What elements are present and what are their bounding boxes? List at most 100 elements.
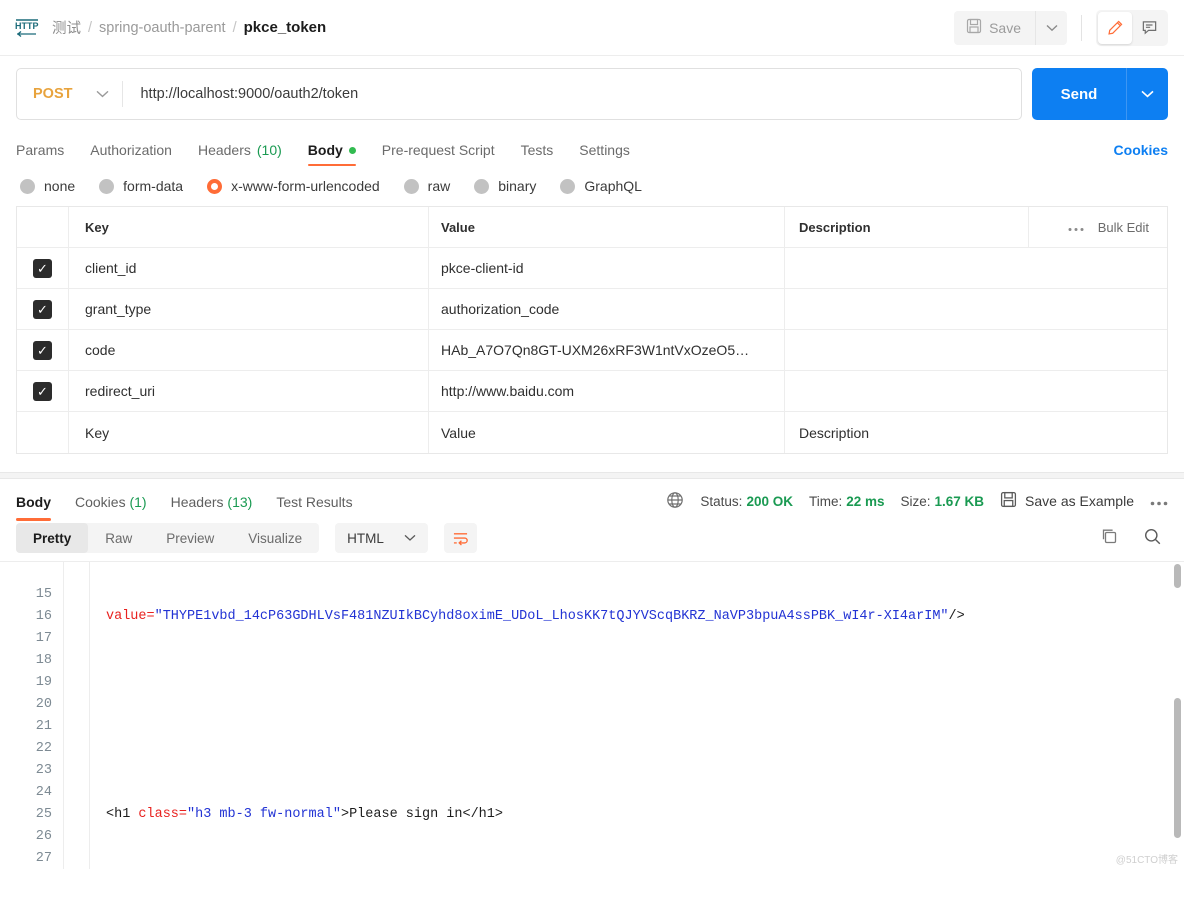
search-icon[interactable] <box>1143 527 1162 549</box>
tab-body[interactable]: Body <box>307 142 356 166</box>
table-row[interactable]: ✓ client_id pkce-client-id <box>17 248 1167 289</box>
row-value-cell[interactable]: pkce-client-id <box>429 248 785 288</box>
row-value-cell[interactable]: authorization_code <box>429 289 785 329</box>
code-scrollbar-top[interactable] <box>1174 564 1181 588</box>
chevron-down-icon <box>404 534 416 541</box>
radio-label: x-www-form-urlencoded <box>231 178 380 194</box>
tab-params[interactable]: Params <box>16 142 64 166</box>
tab-label: Body <box>307 142 343 158</box>
bulk-edit-link[interactable]: Bulk Edit <box>1098 220 1149 235</box>
table-row[interactable]: ✓ redirect_uri http://www.baidu.com <box>17 371 1167 412</box>
view-mode-raw[interactable]: Raw <box>88 523 149 553</box>
save-button[interactable]: Save <box>954 10 1035 45</box>
radio-raw[interactable]: raw <box>403 178 450 194</box>
tab-headers[interactable]: Headers (10) <box>198 142 282 166</box>
response-tab-cookies[interactable]: Cookies (1) <box>75 482 147 521</box>
tab-pre-request-script[interactable]: Pre-request Script <box>382 142 495 166</box>
row-value-cell[interactable]: Value <box>429 412 785 453</box>
tab-label: Headers <box>170 493 224 510</box>
tab-label: Test Results <box>276 493 353 510</box>
table-empty-row[interactable]: Key Value Description <box>17 412 1167 453</box>
response-tab-headers[interactable]: Headers (13) <box>171 482 253 521</box>
save-dropdown-button[interactable] <box>1035 10 1067 45</box>
comment-button[interactable] <box>1132 12 1166 44</box>
fold-gutter[interactable] <box>64 562 90 869</box>
row-key-cell[interactable]: redirect_uri <box>69 371 429 411</box>
checkbox-checked-icon[interactable]: ✓ <box>33 381 52 401</box>
url-box: POST http://localhost:9000/oauth2/token <box>16 68 1022 120</box>
wrap-lines-icon <box>453 532 468 546</box>
method-selector[interactable]: POST <box>17 69 122 119</box>
code-editor[interactable]: 15 16 17 18 19 20 21 22 23 24 25 26 27 2… <box>0 562 1184 869</box>
tab-tests[interactable]: Tests <box>521 142 554 166</box>
row-key-cell[interactable]: Key <box>69 412 429 453</box>
response-tab-test-results[interactable]: Test Results <box>276 482 352 521</box>
radio-graphql[interactable]: GraphQL <box>560 178 642 194</box>
panel-splitter[interactable] <box>0 472 1184 479</box>
row-checkbox-cell[interactable]: ✓ <box>17 248 69 288</box>
checkbox-checked-icon[interactable]: ✓ <box>33 258 52 278</box>
line-number: 27 <box>35 851 52 866</box>
cookies-link[interactable]: Cookies <box>1114 142 1168 166</box>
radio-label: binary <box>498 178 537 194</box>
code-content[interactable]: value="THYPE1vbd_14cP63GDHLVsF481NZUIkBC… <box>90 562 1184 869</box>
tab-settings[interactable]: Settings <box>579 142 630 166</box>
save-as-example-button[interactable]: Save as Example <box>1000 491 1134 511</box>
table-row[interactable]: ✓ code HAb_A7O7Qn8GT-UXM26xRF3W1ntVxOzeO… <box>17 330 1167 371</box>
breadcrumb-workspace[interactable]: 测试 <box>52 17 81 38</box>
radio-binary[interactable]: binary <box>474 178 536 194</box>
line-number: 19 <box>35 675 52 690</box>
row-value-cell[interactable]: HAb_A7O7Qn8GT-UXM26xRF3W1ntVxOzeO5… <box>429 330 785 370</box>
svg-text:HTTP: HTTP <box>15 21 39 31</box>
breadcrumb-collection[interactable]: spring-oauth-parent <box>99 20 226 36</box>
row-description-cell[interactable] <box>785 330 1167 370</box>
row-description-cell[interactable] <box>785 371 1167 411</box>
edit-button[interactable] <box>1098 11 1132 44</box>
send-button[interactable]: Send <box>1032 68 1126 120</box>
tab-count: (10) <box>256 142 282 158</box>
send-button-group: Send <box>1032 68 1168 120</box>
view-mode-pretty[interactable]: Pretty <box>16 523 89 553</box>
response-body-code[interactable]: 15 16 17 18 19 20 21 22 23 24 25 26 27 2… <box>0 561 1184 869</box>
row-description-cell[interactable] <box>785 289 1167 329</box>
line-number: 17 <box>35 631 52 646</box>
row-key-cell[interactable]: code <box>69 330 429 370</box>
row-key-placeholder: Key <box>85 424 110 441</box>
response-more-button[interactable] <box>1150 494 1168 509</box>
view-mode-preview[interactable]: Preview <box>149 523 231 553</box>
row-value-cell[interactable]: http://www.baidu.com <box>429 371 785 411</box>
code-scrollbar-thumb[interactable] <box>1174 698 1181 838</box>
wrap-lines-button[interactable] <box>443 523 477 553</box>
response-tab-body[interactable]: Body <box>16 482 51 521</box>
tab-authorization[interactable]: Authorization <box>90 142 172 166</box>
response-meta: Status: 200 OK Time: 22 ms Size: 1.67 KB… <box>666 491 1168 512</box>
divider <box>1081 14 1082 41</box>
row-key-cell[interactable]: client_id <box>69 248 429 288</box>
row-description-cell[interactable]: Description <box>785 412 1167 453</box>
view-mode-visualize[interactable]: Visualize <box>231 523 319 553</box>
checkbox-checked-icon[interactable]: ✓ <box>33 340 52 360</box>
url-input[interactable]: http://localhost:9000/oauth2/token <box>123 86 358 102</box>
bulk-edit-area: Bulk Edit <box>1029 220 1167 235</box>
breadcrumb-request[interactable]: pkce_token <box>244 19 327 36</box>
send-dropdown-button[interactable] <box>1126 68 1168 120</box>
checkbox-checked-icon[interactable]: ✓ <box>33 299 52 319</box>
floppy-disk-icon <box>966 18 982 37</box>
row-checkbox-cell[interactable]: ✓ <box>17 330 69 370</box>
radio-x-www-form-urlencoded[interactable]: x-www-form-urlencoded <box>207 178 380 194</box>
row-description-cell[interactable] <box>785 248 1167 288</box>
response-tools <box>1100 527 1168 549</box>
row-checkbox-cell[interactable] <box>17 412 69 453</box>
radio-none[interactable]: none <box>20 178 75 194</box>
format-selector[interactable]: HTML <box>335 523 428 553</box>
line-number: 26 <box>35 829 52 844</box>
line-number: 18 <box>35 653 52 668</box>
row-key-cell[interactable]: grant_type <box>69 289 429 329</box>
copy-icon[interactable] <box>1100 527 1119 549</box>
radio-form-data[interactable]: form-data <box>99 178 183 194</box>
row-checkbox-cell[interactable]: ✓ <box>17 289 69 329</box>
ellipsis-icon[interactable] <box>1068 220 1084 235</box>
table-row[interactable]: ✓ grant_type authorization_code <box>17 289 1167 330</box>
row-value: http://www.baidu.com <box>441 383 575 399</box>
row-checkbox-cell[interactable]: ✓ <box>17 371 69 411</box>
